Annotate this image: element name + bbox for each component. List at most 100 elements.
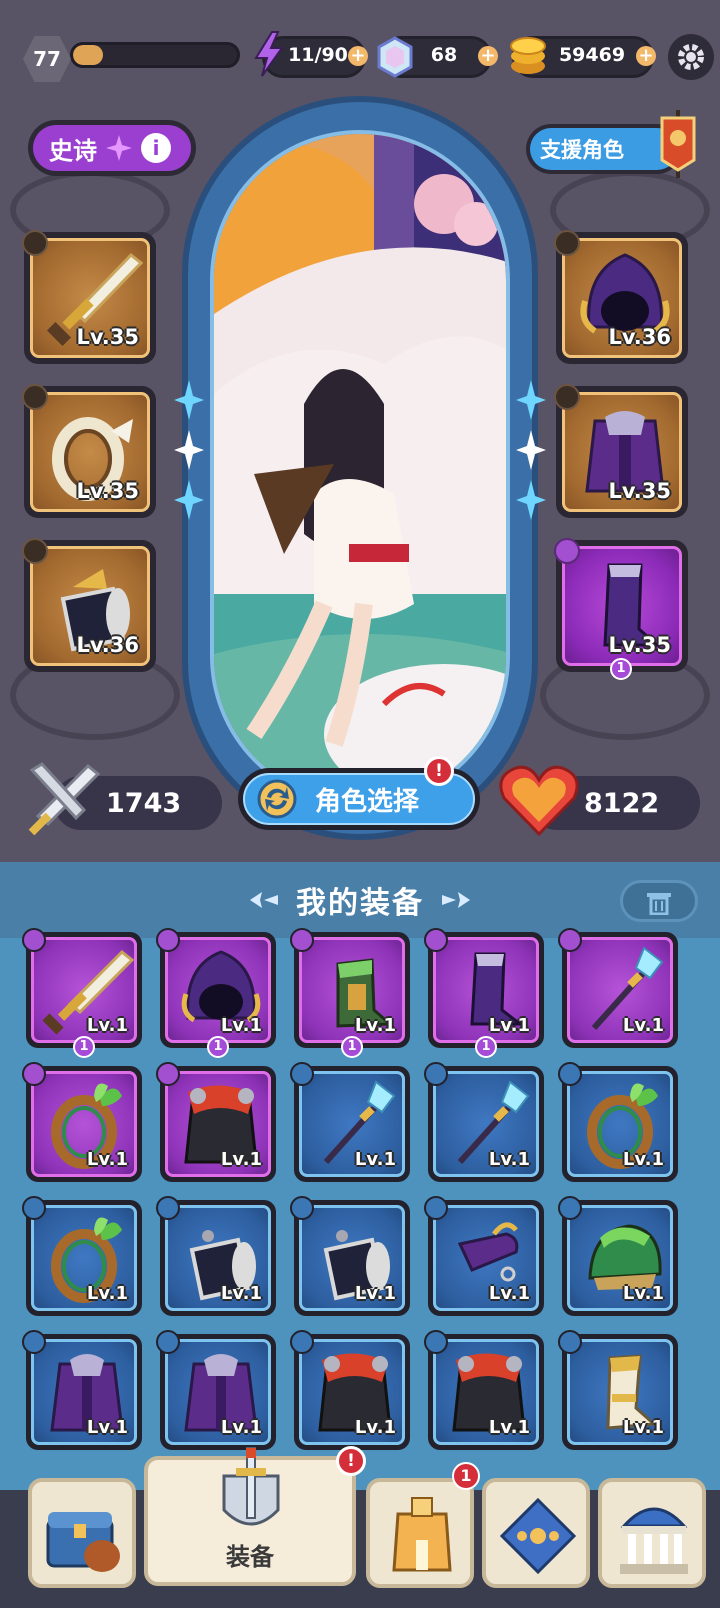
equipment-card-inner: Lv.1 xyxy=(567,937,673,1043)
xp-bar-fill xyxy=(73,45,103,65)
equipment-card-inner: Lv.1 xyxy=(567,1339,673,1445)
gold-value: 59469 xyxy=(558,44,626,66)
slot-type-icon xyxy=(156,928,180,952)
nav-equipment[interactable]: 装备 xyxy=(144,1447,356,1586)
equip-slot-ring[interactable]: Lv.35 xyxy=(22,384,156,518)
equip-slot-armor[interactable]: Lv.35 xyxy=(554,384,688,518)
slot-type-icon xyxy=(156,1062,180,1086)
equipment-card-inner: Lv.1 xyxy=(567,1205,673,1311)
item-level: Lv.1 xyxy=(354,1015,396,1036)
equip-level: Lv.35 xyxy=(608,633,671,657)
equipment-card[interactable]: Lv.1 xyxy=(558,1196,678,1316)
equipment-title: 我的装备 xyxy=(0,862,720,938)
equip-slot-weapon[interactable]: Lv.35 xyxy=(22,230,156,364)
item-level: Lv.1 xyxy=(220,1417,262,1438)
equip-level: Lv.35 xyxy=(76,325,139,349)
equip-slot-helmet[interactable]: Lv.36 xyxy=(554,230,688,364)
equipment-card[interactable]: Lv.1 xyxy=(290,1196,410,1316)
armor-slot-icon xyxy=(554,384,580,410)
equip-slot-boots[interactable]: Lv.35 1 xyxy=(554,538,688,680)
info-icon[interactable]: i xyxy=(141,133,171,163)
equipment-card[interactable]: Lv.1 xyxy=(558,1330,678,1450)
equip-level: Lv.36 xyxy=(76,633,139,657)
trash-icon xyxy=(647,893,671,915)
equipment-card[interactable]: Lv.1 xyxy=(424,1196,544,1316)
equipment-card[interactable]: Lv.1 xyxy=(22,1330,142,1450)
slot-type-icon xyxy=(558,928,582,952)
energy-value: 11/90 xyxy=(288,44,348,66)
hero-select-label: 角色选择 xyxy=(315,786,420,817)
rune-board-icon xyxy=(499,1497,577,1575)
gold-coins-icon xyxy=(510,37,546,74)
energy-add-button[interactable]: + xyxy=(348,46,368,66)
equipment-card[interactable]: Lv.1 xyxy=(156,1062,276,1182)
equipment-card[interactable]: Lv.1 xyxy=(558,928,678,1048)
equipment-card-inner: Lv.1 xyxy=(299,937,405,1043)
equipment-card-inner: Lv.1 xyxy=(31,1339,137,1445)
equipment-card-inner: Lv.1 xyxy=(31,1205,137,1311)
item-level: Lv.1 xyxy=(86,1015,128,1036)
equip-slot-bracer[interactable]: Lv.36 xyxy=(22,538,156,672)
item-level: Lv.1 xyxy=(354,1283,396,1304)
bracer-slot-icon xyxy=(22,538,48,564)
gear-icon xyxy=(678,44,704,70)
rarity-badge: 史诗 i xyxy=(28,120,196,176)
heart-icon xyxy=(499,765,579,837)
item-level: Lv.1 xyxy=(220,1149,262,1170)
equipment-card-inner: Lv.1 xyxy=(433,1071,539,1177)
equipment-card-inner: Lv.1 xyxy=(567,1071,673,1177)
gold-add-button[interactable]: + xyxy=(636,46,656,66)
shield-sword-icon xyxy=(222,1447,280,1526)
item-level: Lv.1 xyxy=(220,1015,262,1036)
equip-slot-armor-inner: Lv.35 xyxy=(562,392,682,512)
gems-add-button[interactable]: + xyxy=(478,46,498,66)
equipment-card[interactable]: Lv.1 xyxy=(558,1062,678,1182)
slot-type-icon xyxy=(558,1330,582,1354)
equipment-card[interactable]: Lv.1 xyxy=(424,1062,544,1182)
equipment-card-inner: Lv.1 xyxy=(299,1205,405,1311)
slot-type-icon xyxy=(424,1330,448,1354)
equipment-card[interactable]: Lv.1 1 xyxy=(290,928,410,1058)
nav-heroes[interactable] xyxy=(366,1478,474,1588)
equipment-card[interactable]: Lv.1 xyxy=(156,1196,276,1316)
salvage-button[interactable] xyxy=(620,880,698,922)
equipment-card-inner: Lv.1 xyxy=(165,1071,271,1177)
equipment-card[interactable]: Lv.1 xyxy=(290,1330,410,1450)
equip-slot-boots-inner: Lv.35 xyxy=(562,546,682,666)
equipment-card[interactable]: Lv.1 xyxy=(290,1062,410,1182)
boots-slot-icon xyxy=(554,538,580,564)
nav-skills[interactable] xyxy=(482,1478,590,1588)
hero-portrait-frame[interactable] xyxy=(182,96,538,840)
nav-hall[interactable] xyxy=(598,1478,706,1588)
equipment-card-inner: Lv.1 xyxy=(165,937,271,1043)
armor-nav-icon xyxy=(392,1497,452,1572)
lightning-icon xyxy=(254,31,284,77)
equipment-card-inner: Lv.1 xyxy=(31,1071,137,1177)
alert-badge: ! xyxy=(424,756,454,786)
equipment-card[interactable]: Lv.1 xyxy=(22,1196,142,1316)
equipment-header: 我的装备 xyxy=(0,862,720,938)
equipment-card[interactable]: Lv.1 xyxy=(424,1330,544,1450)
slot-type-icon xyxy=(156,1196,180,1220)
nav-shop[interactable] xyxy=(28,1478,136,1588)
equipment-card-inner: Lv.1 xyxy=(165,1339,271,1445)
item-level: Lv.1 xyxy=(488,1283,530,1304)
equipment-card[interactable]: Lv.1 xyxy=(22,1062,142,1182)
slot-type-icon xyxy=(22,1062,46,1086)
equipment-card[interactable]: Lv.1 1 xyxy=(156,928,276,1058)
equipment-card-inner: Lv.1 xyxy=(299,1339,405,1445)
equipment-card[interactable]: Lv.1 1 xyxy=(424,928,544,1058)
item-level: Lv.1 xyxy=(488,1417,530,1438)
equipment-card[interactable]: Lv.1 1 xyxy=(22,928,142,1058)
hero-portrait xyxy=(210,130,510,806)
equipment-card[interactable]: Lv.1 xyxy=(156,1330,276,1450)
item-level: Lv.1 xyxy=(354,1149,396,1170)
equipment-card-inner: Lv.1 xyxy=(433,1339,539,1445)
equipment-card-inner: Lv.1 xyxy=(433,1205,539,1311)
slot-type-icon xyxy=(290,1330,314,1354)
equip-slot-bracer-inner: Lv.36 xyxy=(30,546,150,666)
upgrade-count-badge: 1 xyxy=(610,658,632,680)
settings-button[interactable] xyxy=(668,34,714,80)
weapon-slot-icon xyxy=(22,230,48,256)
ornament-left-icon xyxy=(250,892,278,908)
